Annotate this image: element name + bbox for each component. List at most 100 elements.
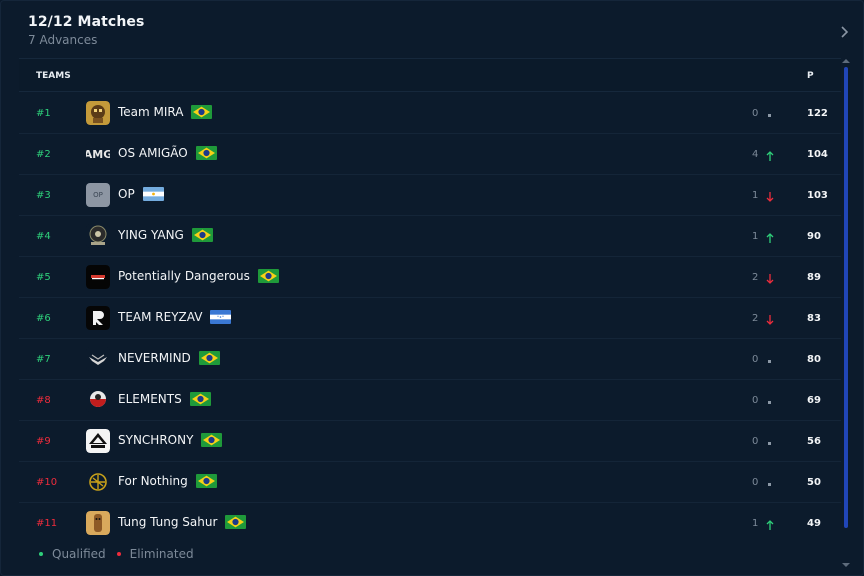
header: 12/12 Matches 7 Advances [28, 14, 144, 47]
table-row[interactable]: #5 Potentially Dangerous 2 89 [19, 257, 841, 298]
points: 89 [807, 272, 821, 283]
op-logo: OP [86, 183, 110, 207]
team-name-cell[interactable]: NEVERMIND [118, 351, 220, 365]
table-row[interactable]: #8 ELEMENTS 0 69 [19, 380, 841, 421]
brazil-flag-icon [201, 433, 223, 447]
svg-text:AMG: AMG [86, 148, 110, 161]
trend-down-icon [765, 311, 775, 325]
points: 122 [807, 108, 828, 119]
team-name[interactable]: Tung Tung Sahur [118, 515, 217, 529]
rank: #7 [36, 354, 51, 365]
team-name[interactable]: TEAM REYZAV [118, 310, 202, 324]
team-name-cell[interactable]: TEAM REYZAV [118, 310, 232, 324]
legend-item-qualified: Qualified [39, 547, 106, 561]
points: 56 [807, 436, 821, 447]
team-name-cell[interactable]: Potentially Dangerous [118, 269, 279, 283]
brazil-flag-icon [195, 146, 217, 160]
op-logo-text: OP [93, 191, 103, 199]
rank: #9 [36, 436, 51, 447]
honduras-flag-icon [210, 310, 232, 324]
table-row[interactable]: #9 SYNCHRONY 0 56 [19, 421, 841, 462]
table-row[interactable]: #6 TEAM REYZAV 2 83 [19, 298, 841, 339]
page-subtitle: 7 Advances [28, 33, 98, 47]
trend-up-icon [765, 147, 775, 161]
legend-item-eliminated: Eliminated [116, 547, 194, 561]
team-name-cell[interactable]: YING YANG [118, 228, 213, 242]
eliminated-dot-icon [116, 552, 121, 556]
brazil-flag-icon [191, 228, 213, 242]
rank: #10 [36, 477, 58, 488]
legend-label-eliminated: Eliminated [129, 547, 194, 561]
team-name[interactable]: SYNCHRONY [118, 433, 193, 447]
column-header-points: P [807, 71, 814, 81]
legend: Qualified Eliminated [39, 547, 205, 561]
rank: #11 [36, 518, 58, 529]
table-header: TEAMS P [19, 59, 841, 92]
table-row[interactable]: #1 Team MIRA 0 122 [19, 93, 841, 134]
chevron-right-icon[interactable] [840, 25, 849, 39]
team-name[interactable]: Team MIRA [118, 105, 183, 119]
team-name-cell[interactable]: SYNCHRONY [118, 433, 223, 447]
team-name-cell[interactable]: OP [118, 187, 164, 201]
for-nothing-logo [86, 470, 110, 494]
team-mira-logo [86, 101, 110, 125]
team-name[interactable]: OS AMIGÃO [118, 146, 188, 160]
team-name-cell[interactable]: For Nothing [118, 474, 217, 488]
table-row[interactable]: #3 OP OP 1 103 [19, 175, 841, 216]
team-name[interactable]: ELEMENTS [118, 392, 182, 406]
trend-up-icon [765, 229, 775, 243]
table-row[interactable]: #2AMGOS AMIGÃO4104 [19, 134, 841, 175]
elements-logo [86, 388, 110, 412]
team-name[interactable]: YING YANG [118, 228, 184, 242]
reyzav-logo [86, 306, 110, 330]
points: 103 [807, 190, 828, 201]
points: 104 [807, 149, 828, 160]
points: 83 [807, 313, 821, 324]
argentina-flag-icon [142, 187, 164, 201]
team-name[interactable]: OP [118, 187, 135, 201]
rank: #5 [36, 272, 51, 283]
table-row[interactable]: #11 Tung Tung Sahur 1 49 [19, 503, 841, 541]
team-name[interactable]: Potentially Dangerous [118, 269, 250, 283]
team-name[interactable]: NEVERMIND [118, 351, 191, 365]
trend-down-icon [765, 270, 775, 284]
trend-same-icon [765, 106, 775, 118]
scroll-down-icon[interactable] [841, 562, 851, 568]
synchrony-logo [86, 429, 110, 453]
brazil-flag-icon [195, 474, 217, 488]
rank: #1 [36, 108, 51, 119]
team-name-cell[interactable]: ELEMENTS [118, 392, 211, 406]
points: 49 [807, 518, 821, 529]
trend-same-icon [765, 475, 775, 487]
table-row[interactable]: #4 YING YANG 1 90 [19, 216, 841, 257]
potentially-dangerous-logo [86, 265, 110, 289]
brazil-flag-icon [191, 105, 213, 119]
legend-label-qualified: Qualified [52, 547, 106, 561]
brazil-flag-icon [198, 351, 220, 365]
rank: #4 [36, 231, 51, 242]
team-name-cell[interactable]: Tung Tung Sahur [118, 515, 247, 529]
table-row[interactable]: #7 NEVERMIND 0 80 [19, 339, 841, 380]
points: 69 [807, 395, 821, 406]
team-name[interactable]: For Nothing [118, 474, 188, 488]
trend-up-icon [765, 516, 775, 530]
tung-tung-sahur-logo [86, 511, 110, 535]
table-row[interactable]: #10 For Nothing 0 50 [19, 462, 841, 503]
trend-same-icon [765, 393, 775, 405]
rank: #6 [36, 313, 51, 324]
column-header-teams: TEAMS [36, 71, 71, 81]
team-name-cell[interactable]: Team MIRA [118, 105, 213, 119]
trend-same-icon [765, 352, 775, 364]
trend-down-icon [765, 188, 775, 202]
standings-table: TEAMS P #1Team MIRA0122#2AMGOS AMIGÃO410… [19, 58, 841, 541]
rank: #8 [36, 395, 51, 406]
standings-panel: 12/12 Matches 7 Advances TEAMS P #1 Team … [0, 0, 864, 576]
team-name-cell[interactable]: OS AMIGÃO [118, 146, 217, 160]
scroll-up-icon[interactable] [841, 58, 851, 64]
scrollbar-thumb[interactable] [844, 67, 848, 528]
page-title: 12/12 Matches [28, 14, 145, 30]
brazil-flag-icon [257, 269, 279, 283]
amg-logo: AMG [86, 142, 110, 166]
brazil-flag-icon [225, 515, 247, 529]
rank: #2 [36, 149, 51, 160]
